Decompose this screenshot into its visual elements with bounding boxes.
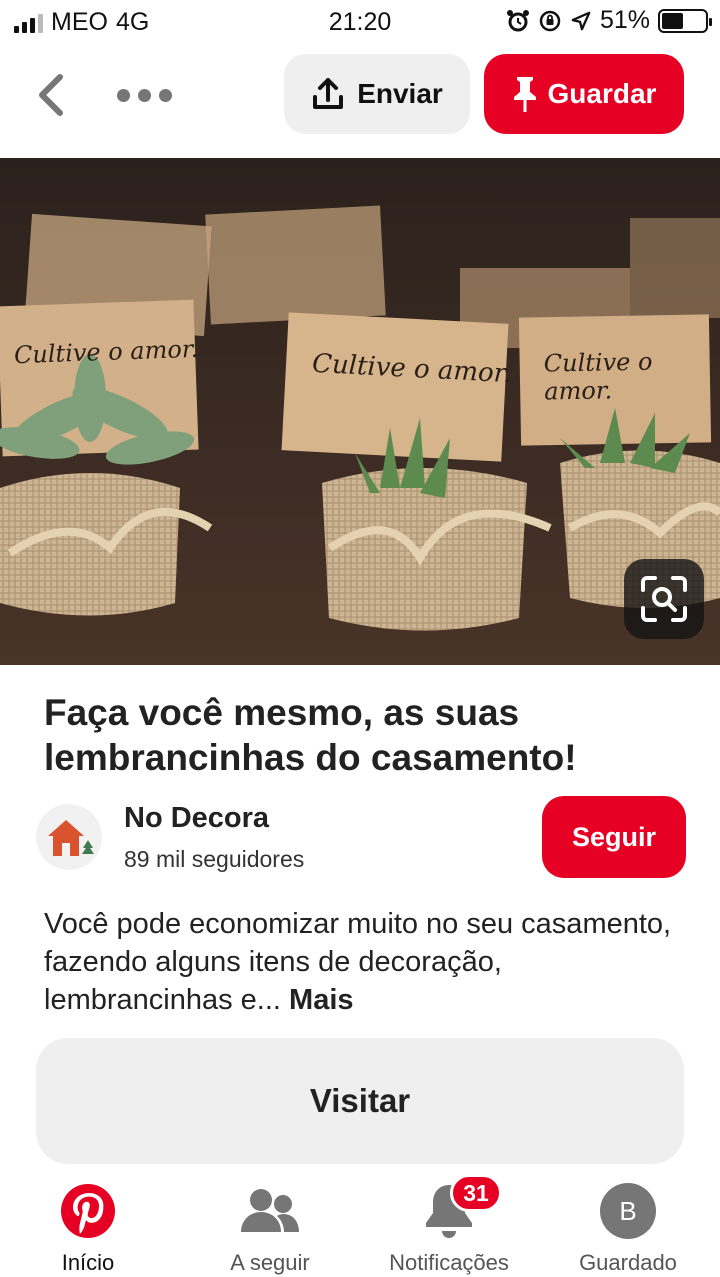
nav-home[interactable]: Início xyxy=(8,1182,168,1276)
more-horizontal-icon xyxy=(116,88,130,102)
battery-level xyxy=(662,12,684,29)
back-button[interactable] xyxy=(30,72,72,118)
notification-badge: 31 xyxy=(450,1174,502,1212)
share-upload-icon xyxy=(313,78,344,109)
nav-saved-label: Guardado xyxy=(579,1250,677,1275)
avatar: B xyxy=(600,1183,656,1239)
battery-percent: 51% xyxy=(599,6,650,34)
visit-button[interactable]: Visitar xyxy=(36,1038,684,1164)
send-button[interactable]: Enviar xyxy=(284,54,470,134)
nav-saved[interactable]: B Guardado xyxy=(548,1182,708,1276)
status-right: 51% xyxy=(506,6,712,35)
pinterest-logo-icon xyxy=(61,1184,115,1238)
pin-toolbar: Enviar Guardar xyxy=(0,54,720,136)
people-icon xyxy=(241,1189,299,1232)
creator-followers: 89 mil seguidores xyxy=(124,846,305,872)
more-link[interactable]: Mais xyxy=(289,984,353,1016)
pin-description: Você pode economizar muito no seu casame… xyxy=(44,905,684,1019)
status-bar: MEO 4G 21:20 51% xyxy=(0,0,720,46)
save-button[interactable]: Guardar xyxy=(484,54,684,134)
house-logo-icon xyxy=(48,820,94,856)
more-options-button[interactable] xyxy=(112,80,176,110)
creator-name[interactable]: No Decora xyxy=(124,802,269,835)
visual-search-icon xyxy=(641,576,687,622)
follow-button[interactable]: Seguir xyxy=(542,796,686,878)
nav-notifications-label: Notificações xyxy=(389,1250,509,1275)
rotation-lock-icon xyxy=(539,10,561,31)
description-text: Você pode economizar muito no seu casame… xyxy=(44,908,672,1016)
send-label: Enviar xyxy=(357,78,443,109)
visual-search-button[interactable] xyxy=(624,559,704,639)
pin-title: Faça você mesmo, as suas lembrancinhas d… xyxy=(44,692,577,778)
chevron-left-icon xyxy=(39,74,63,116)
location-arrow-icon xyxy=(571,11,591,30)
succulent-favors-photo xyxy=(0,158,720,665)
creator-row: No Decora 89 mil seguidores Seguir xyxy=(36,796,686,880)
alarm-icon xyxy=(506,9,529,31)
pushpin-icon xyxy=(513,77,536,112)
bottom-navigation: Início A seguir 31 Notificações B Guarda… xyxy=(0,1170,720,1277)
save-label: Guardar xyxy=(547,78,657,109)
nav-notifications[interactable]: 31 Notificações xyxy=(369,1174,529,1276)
creator-avatar[interactable] xyxy=(36,804,102,870)
nav-following-label: A seguir xyxy=(230,1250,310,1275)
battery-icon xyxy=(658,8,712,33)
nav-following[interactable]: A seguir xyxy=(190,1182,350,1276)
image-card-text-right: Cultive o amor. xyxy=(543,347,653,406)
nav-home-label: Início xyxy=(61,1250,115,1275)
pin-image[interactable]: Cultive o amor. Cultive o amor. Cultive … xyxy=(0,158,720,665)
